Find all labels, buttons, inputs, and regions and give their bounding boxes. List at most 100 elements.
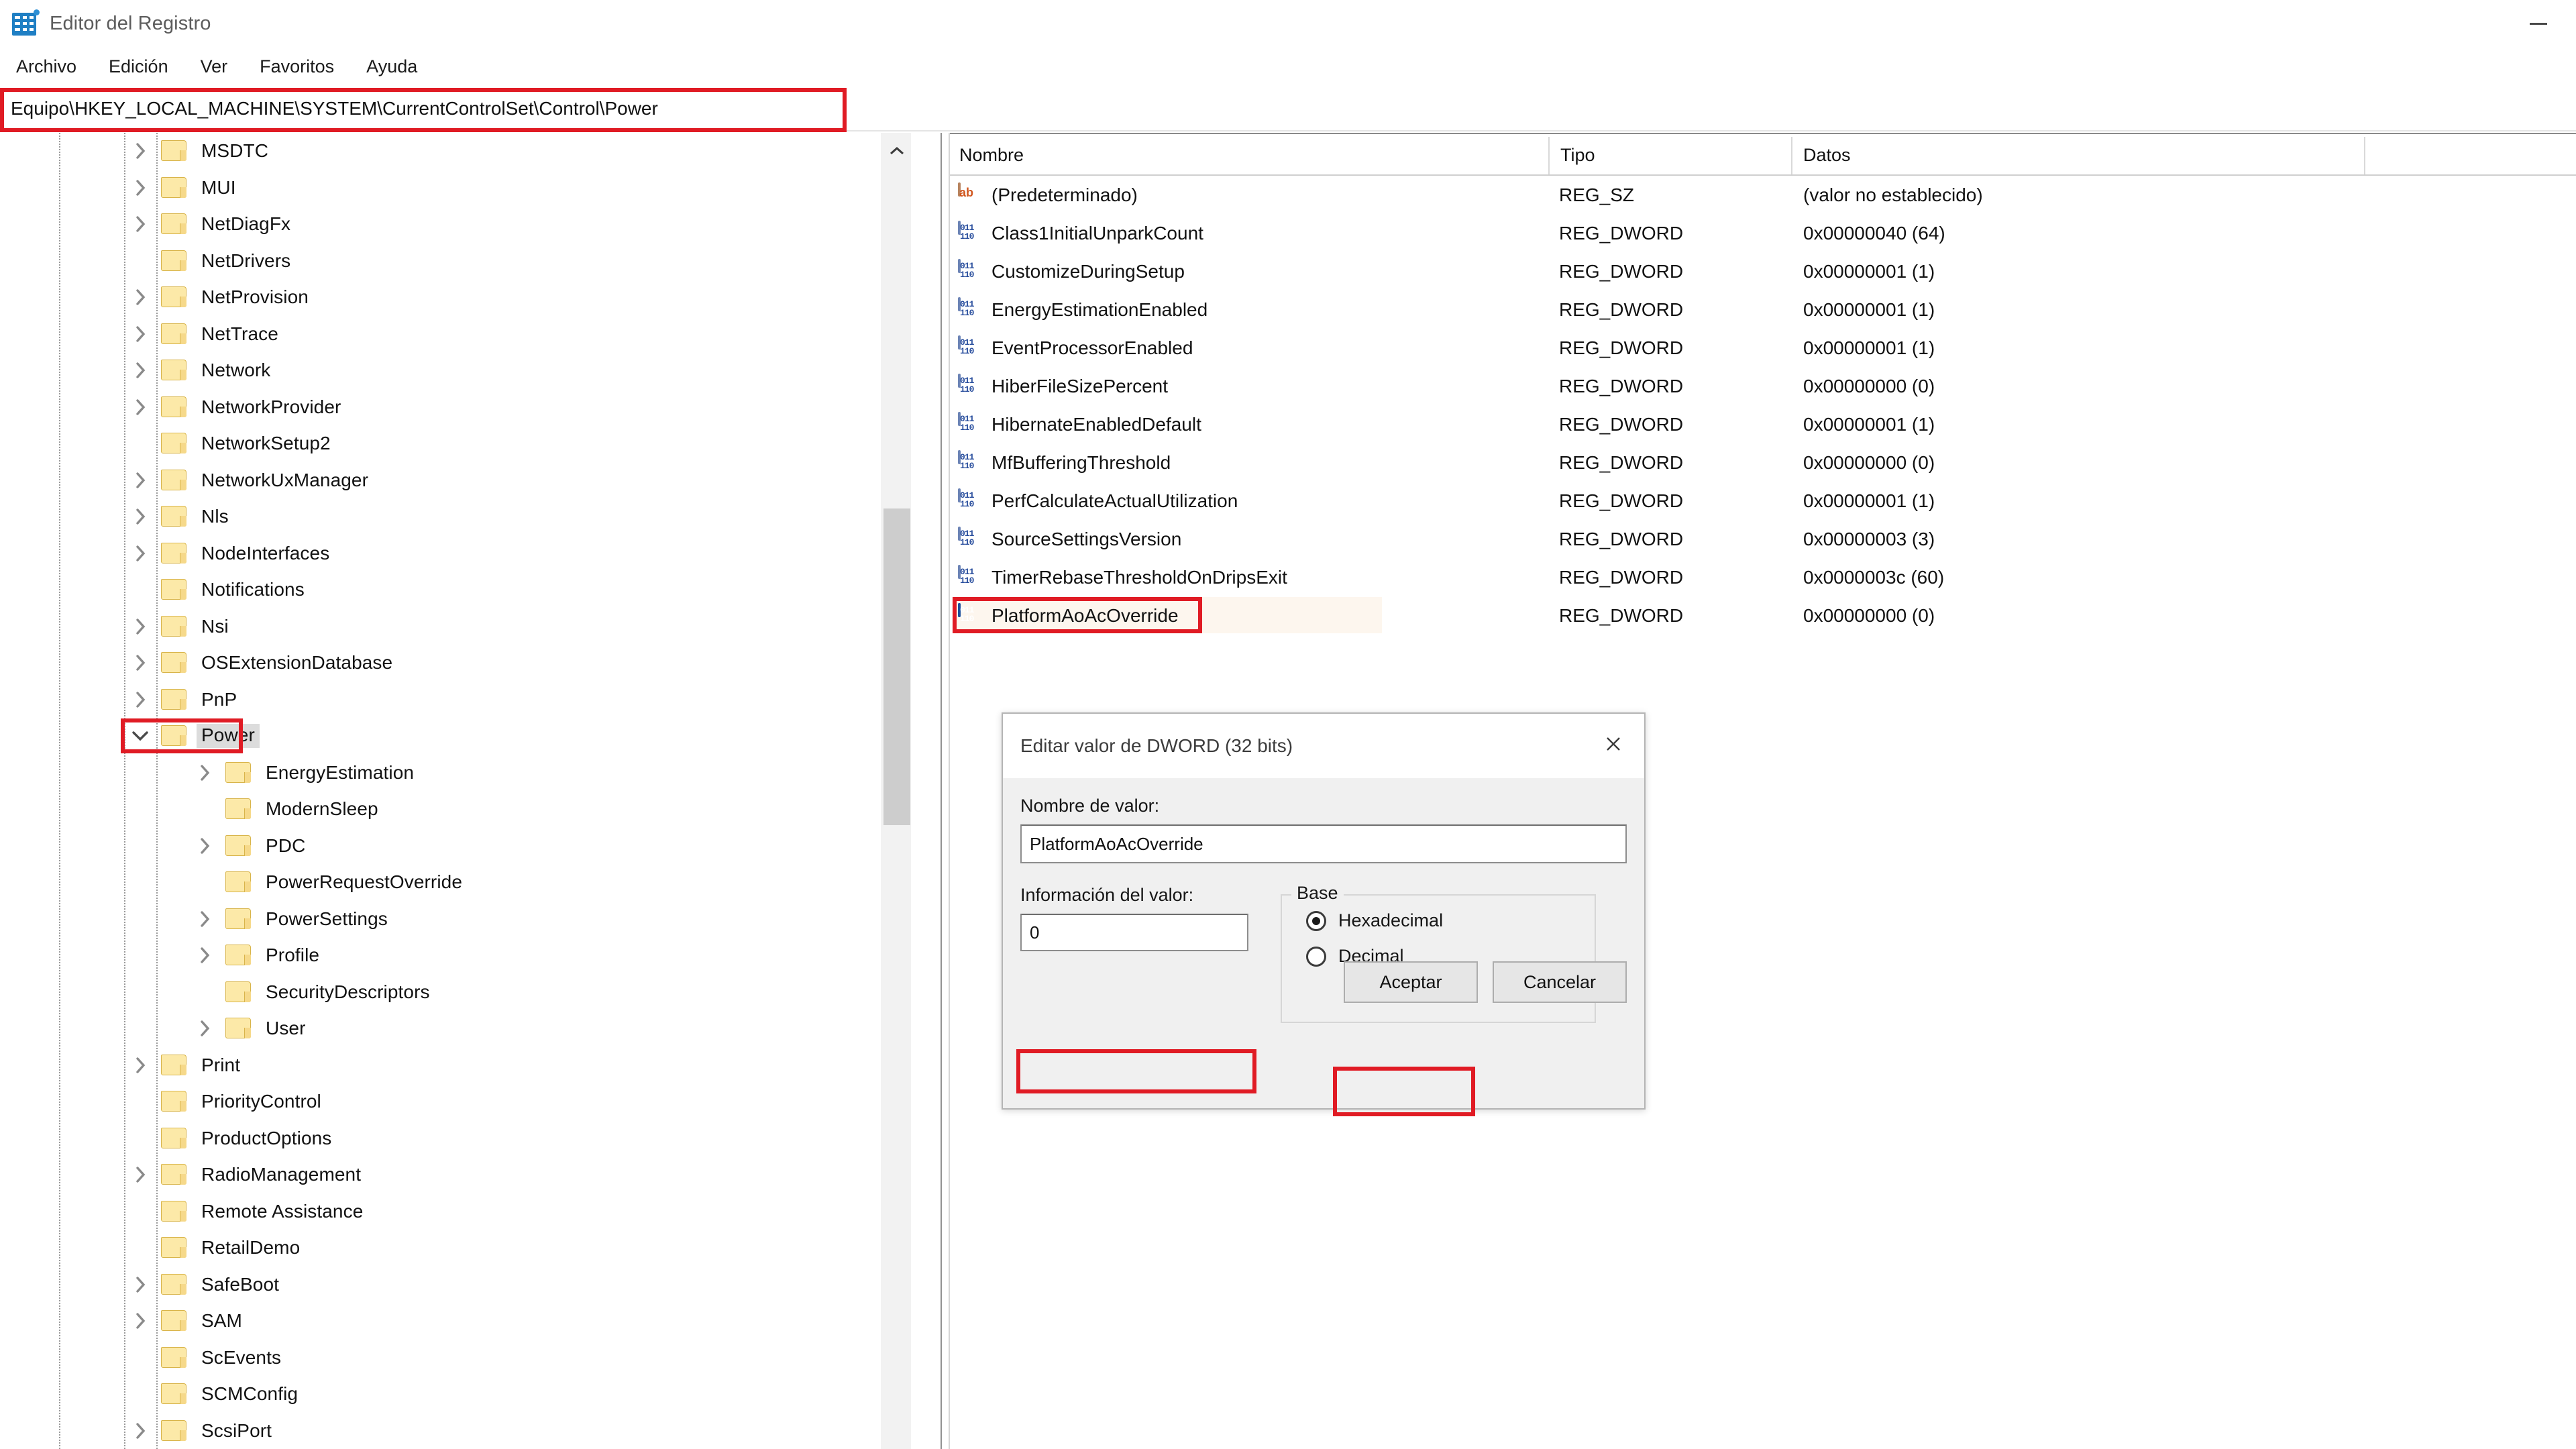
tree-node-nsi[interactable]: Nsi <box>0 608 899 645</box>
tree-node-pdc[interactable]: PDC <box>0 828 899 865</box>
tree-node-energyestimation[interactable]: EnergyEstimation <box>0 755 899 792</box>
registry-path-input[interactable]: Equipo\HKEY_LOCAL_MACHINE\SYSTEM\Current… <box>0 87 2576 131</box>
scroll-up-icon[interactable] <box>882 133 912 169</box>
chevron-right-icon[interactable] <box>129 1267 152 1303</box>
chevron-right-icon[interactable] <box>129 316 152 352</box>
value-row[interactable]: 011110 PlatformAoAcOverride REG_DWORD 0x000… <box>950 596 2576 635</box>
chevron-right-icon[interactable] <box>129 170 152 206</box>
chevron-right-icon[interactable] <box>129 352 152 388</box>
menu-favoritos[interactable]: Favoritos <box>254 52 349 81</box>
minimize-button[interactable] <box>2501 0 2576 47</box>
value-data-input[interactable]: 0 <box>1020 914 1248 951</box>
chevron-right-icon[interactable] <box>129 389 152 425</box>
value-name-input[interactable]: PlatformAoAcOverride <box>1020 824 1627 863</box>
value-row[interactable]: 011110 PerfCalculateActualUtilization REG_… <box>950 482 2576 520</box>
dword-value-icon: 011110 <box>958 411 981 436</box>
tree-node-scevents[interactable]: ScEvents <box>0 1340 899 1377</box>
tree-node-securitydescriptors[interactable]: SecurityDescriptors <box>0 974 899 1011</box>
value-row[interactable]: 011110 MfBufferingThreshold REG_DWORD 0x000… <box>950 443 2576 482</box>
tree-node-mui[interactable]: MUI <box>0 170 899 207</box>
tree-node-label: PriorityControl <box>201 1091 321 1112</box>
chevron-right-icon[interactable] <box>129 1413 152 1449</box>
tree-node-scsiport[interactable]: ScsiPort <box>0 1413 899 1449</box>
chevron-right-icon[interactable] <box>129 645 152 681</box>
tree-node-netdrivers[interactable]: NetDrivers <box>0 243 899 280</box>
value-row[interactable]: 011110 HiberFileSizePercent REG_DWORD 0x000… <box>950 367 2576 405</box>
tree-node-print[interactable]: Print <box>0 1047 899 1084</box>
value-row[interactable]: 011110 SourceSettingsVersion REG_DWORD 0x00… <box>950 520 2576 558</box>
tree-node-netdiagfx[interactable]: NetDiagFx <box>0 206 899 243</box>
column-header-nombre[interactable]: Nombre <box>950 134 1024 176</box>
column-divider[interactable] <box>1791 137 1792 174</box>
chevron-right-icon[interactable] <box>129 279 152 315</box>
chevron-right-icon[interactable] <box>129 498 152 535</box>
chevron-down-icon[interactable] <box>129 718 152 754</box>
value-row[interactable]: 011110 CustomizeDuringSetup REG_DWORD 0x000… <box>950 252 2576 290</box>
tree-vertical-scrollbar[interactable] <box>881 133 911 1449</box>
chevron-right-icon[interactable] <box>129 535 152 572</box>
cancel-button[interactable]: Cancelar <box>1493 961 1627 1003</box>
tree-node-osextensiondatabase[interactable]: OSExtensionDatabase <box>0 645 899 682</box>
registry-tree[interactable]: MSDTC MUI NetDiagFx NetDrivers NetProvision N… <box>0 133 899 1449</box>
tree-node-prioritycontrol[interactable]: PriorityControl <box>0 1083 899 1120</box>
tree-node-retaildemo[interactable]: RetailDemo <box>0 1230 899 1267</box>
chevron-right-icon[interactable] <box>129 1047 152 1083</box>
chevron-right-icon[interactable] <box>129 682 152 718</box>
tree-node-networkuxmanager[interactable]: NetworkUxManager <box>0 462 899 499</box>
chevron-right-icon[interactable] <box>129 608 152 645</box>
chevron-right-icon[interactable] <box>193 755 216 791</box>
tree-node-nettrace[interactable]: NetTrace <box>0 316 899 353</box>
value-row[interactable]: 011110 HibernateEnabledDefault REG_DWORD 0x… <box>950 405 2576 443</box>
tree-node-safeboot[interactable]: SafeBoot <box>0 1267 899 1303</box>
tree-node-modernsleep[interactable]: ModernSleep <box>0 791 899 828</box>
value-row[interactable]: 011110 EventProcessorEnabled REG_DWORD 0x00… <box>950 329 2576 367</box>
tree-node-label: Profile <box>266 945 320 966</box>
menu-archivo[interactable]: Archivo <box>11 52 91 81</box>
tree-node-networksetup2[interactable]: NetworkSetup2 <box>0 425 899 462</box>
column-divider[interactable] <box>2364 137 2365 174</box>
value-row[interactable]: 011110 TimerRebaseThresholdOnDripsExit REG… <box>950 558 2576 596</box>
chevron-right-icon[interactable] <box>193 937 216 973</box>
tree-node-nodeinterfaces[interactable]: NodeInterfaces <box>0 535 899 572</box>
menu-ver[interactable]: Ver <box>195 52 243 81</box>
radio-hexadecimal[interactable]: Hexadecimal <box>1306 910 1595 931</box>
menu-ayuda[interactable]: Ayuda <box>361 52 432 81</box>
tree-scrollbar-thumb[interactable] <box>883 508 910 825</box>
tree-node-powersettings[interactable]: PowerSettings <box>0 901 899 938</box>
tree-node-power[interactable]: Power <box>0 718 899 755</box>
tree-node-scmconfig[interactable]: SCMConfig <box>0 1376 899 1413</box>
chevron-right-icon[interactable] <box>129 206 152 242</box>
chevron-right-icon[interactable] <box>193 901 216 937</box>
tree-node-pnp[interactable]: PnP <box>0 682 899 718</box>
pane-splitter[interactable] <box>941 133 950 1449</box>
tree-node-netprovision[interactable]: NetProvision <box>0 279 899 316</box>
dialog-close-button[interactable] <box>1582 714 1644 774</box>
value-type: REG_DWORD <box>1559 451 1684 473</box>
chevron-right-icon[interactable] <box>129 133 152 169</box>
tree-node-networkprovider[interactable]: NetworkProvider <box>0 389 899 426</box>
column-header-datos[interactable]: Datos <box>1794 134 1851 176</box>
tree-node-network[interactable]: Network <box>0 352 899 389</box>
column-header-tipo[interactable]: Tipo <box>1551 134 1595 176</box>
tree-node-radiomanagement[interactable]: RadioManagement <box>0 1157 899 1193</box>
tree-node-remote-assistance[interactable]: Remote Assistance <box>0 1193 899 1230</box>
accept-button[interactable]: Aceptar <box>1344 961 1478 1003</box>
tree-node-nls[interactable]: Nls <box>0 498 899 535</box>
tree-node-profile[interactable]: Profile <box>0 937 899 974</box>
tree-node-powerrequestoverride[interactable]: PowerRequestOverride <box>0 864 899 901</box>
chevron-right-icon[interactable] <box>129 1303 152 1339</box>
tree-node-productoptions[interactable]: ProductOptions <box>0 1120 899 1157</box>
tree-node-user[interactable]: User <box>0 1010 899 1047</box>
chevron-right-icon[interactable] <box>129 462 152 498</box>
tree-node-msdtc[interactable]: MSDTC <box>0 133 899 170</box>
tree-node-notifications[interactable]: Notifications <box>0 572 899 608</box>
chevron-right-icon[interactable] <box>193 1010 216 1046</box>
value-row[interactable]: ab (Predeterminado) REG_SZ (valor no establ… <box>950 176 2576 214</box>
chevron-right-icon[interactable] <box>129 1157 152 1193</box>
value-row[interactable]: 011110 Class1InitialUnparkCount REG_DWORD 0… <box>950 214 2576 252</box>
chevron-right-icon[interactable] <box>193 828 216 864</box>
value-row[interactable]: 011110 EnergyEstimationEnabled REG_DWORD 0x… <box>950 290 2576 329</box>
tree-node-sam[interactable]: SAM <box>0 1303 899 1340</box>
menu-edicion[interactable]: Edición <box>103 52 183 81</box>
column-divider[interactable] <box>1548 137 1550 174</box>
